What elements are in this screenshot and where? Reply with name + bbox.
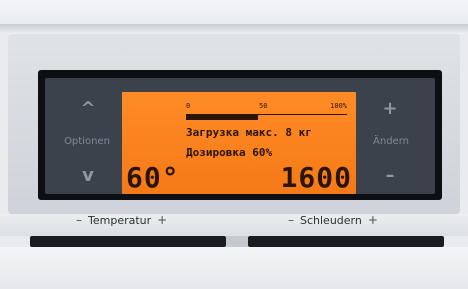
minus-icon: – — [76, 213, 82, 227]
change-plus-button[interactable]: + — [378, 99, 402, 118]
max-load-text: Загрузка макс. 8 кг — [186, 126, 312, 139]
temperature-label: Temperatur — [88, 214, 152, 227]
spin-label: Schleudern — [300, 214, 362, 227]
load-scale: 0 50 100% — [186, 102, 347, 120]
lcd-screen: 0 50 100% Загрузка макс. 8 кг Дозировка … — [122, 92, 356, 194]
temperature-knob-bar[interactable] — [30, 236, 226, 247]
chevron-down-icon: v — [82, 165, 94, 186]
temperature-control[interactable]: – Temperatur + — [70, 213, 173, 227]
scale-mid-label: 50 — [259, 102, 268, 110]
minus-icon: – — [288, 213, 294, 227]
top-rail — [0, 24, 468, 34]
change-label: Ändern — [373, 136, 409, 147]
plus-icon: + — [157, 213, 168, 227]
change-minus-button[interactable]: – — [378, 166, 402, 185]
bar-divider — [226, 236, 248, 247]
temperature-readout: 60° — [126, 161, 180, 194]
spin-knob-bar[interactable] — [248, 236, 444, 247]
load-level-bar — [186, 115, 259, 120]
spin-control[interactable]: – Schleudern + — [282, 213, 384, 227]
front-base — [0, 247, 468, 289]
minus-icon: – — [385, 165, 395, 186]
options-down-button[interactable]: v — [76, 166, 100, 185]
plus-icon: + — [382, 98, 398, 119]
scale-min-label: 0 — [186, 102, 191, 110]
spin-speed-readout: 1600 — [280, 161, 352, 194]
chevron-up-icon: ^ — [80, 98, 96, 119]
options-up-button[interactable]: ^ — [76, 99, 100, 118]
plus-icon: + — [367, 213, 378, 227]
options-label: Optionen — [64, 136, 110, 147]
dosage-text: Дозировка 60% — [186, 146, 273, 159]
scale-max-label: 100% — [330, 102, 347, 110]
